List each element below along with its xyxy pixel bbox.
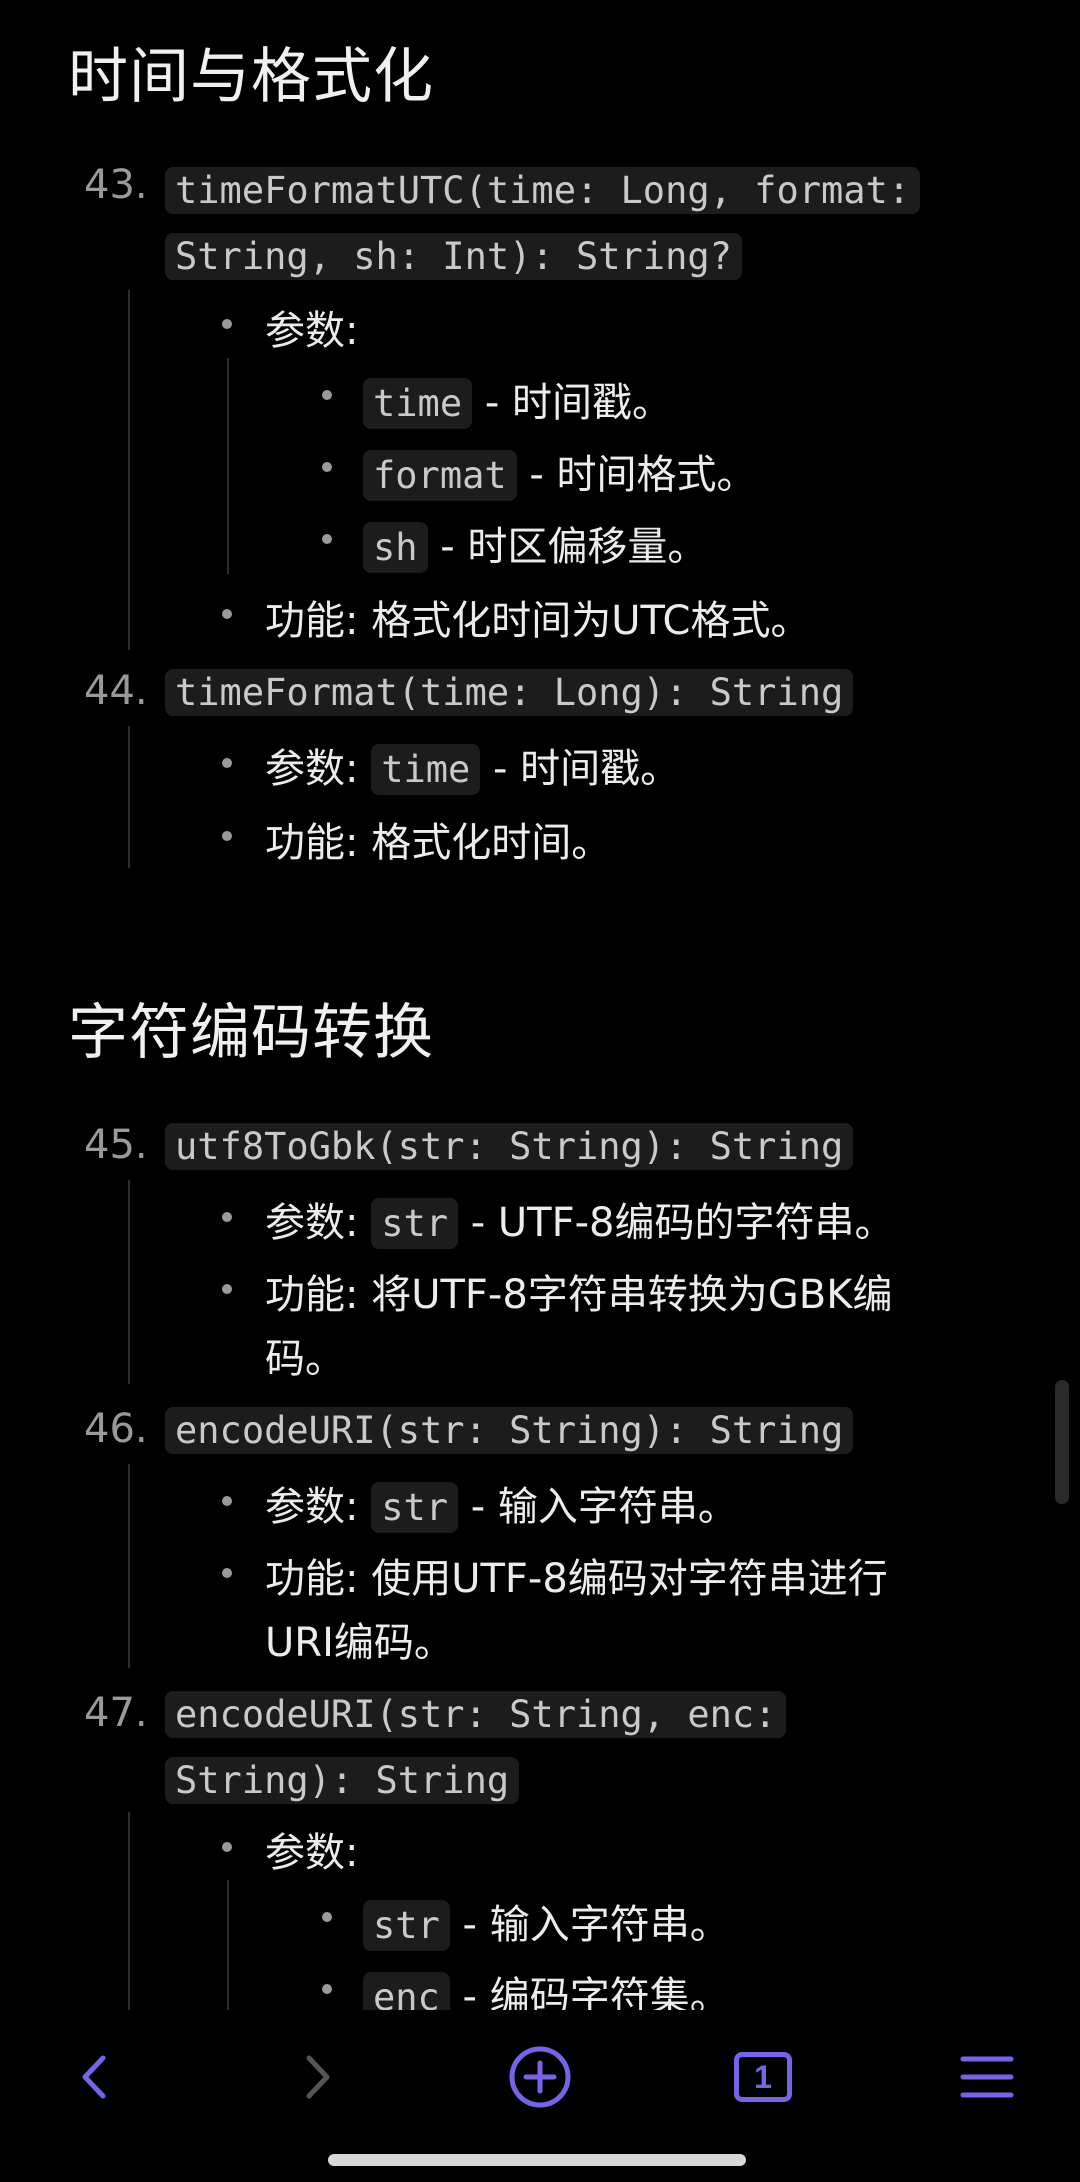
plus-circle-icon xyxy=(509,2046,571,2108)
param-desc: - 时区偏移量。 xyxy=(440,524,708,570)
forward-button[interactable] xyxy=(282,2042,352,2112)
params-label: 参数: xyxy=(265,1484,359,1530)
list-guide-line xyxy=(128,1812,130,2010)
list-number-46: 46. xyxy=(84,1406,148,1452)
signature-45: utf8ToGbk(str: String): String xyxy=(165,1114,854,1180)
code-span: String, sh: Int): String? xyxy=(165,233,742,280)
section-heading-encoding: 字符编码转换 xyxy=(68,998,434,1068)
bullet xyxy=(222,1568,232,1578)
param-desc: - 输入字符串。 xyxy=(470,1484,738,1530)
bullet xyxy=(322,390,332,400)
menu-button[interactable] xyxy=(952,2042,1022,2112)
list-number-45: 45. xyxy=(84,1122,148,1168)
param-item-sh: sh - 时区偏移量。 xyxy=(363,514,708,573)
bullet xyxy=(222,1842,232,1852)
param-item-time: time - 时间戳。 xyxy=(363,370,672,429)
function-desc-43: 功能: 格式化时间为UTC格式。 xyxy=(265,598,811,644)
signature-46: encodeURI(str: String): String xyxy=(165,1398,854,1464)
bullet xyxy=(222,758,232,768)
params-label: 参数: xyxy=(265,308,359,354)
params-label: 参数: xyxy=(265,1830,359,1876)
code-span: str xyxy=(371,1482,459,1533)
signature-43-line1: timeFormatUTC(time: Long, format: xyxy=(165,158,921,224)
document-content: 时间与格式化 43. timeFormatUTC(time: Long, for… xyxy=(0,0,1080,2010)
list-guide-line xyxy=(128,1464,130,1668)
bullet xyxy=(222,831,232,841)
bullet xyxy=(322,1984,332,1994)
function-desc-46-line2: URI编码。 xyxy=(265,1620,454,1666)
home-indicator[interactable] xyxy=(328,2154,746,2166)
code-span: time xyxy=(363,378,473,429)
list-guide-line xyxy=(128,290,130,650)
param-item-enc: enc - 编码字符集。 xyxy=(363,1964,730,2010)
code-span: encodeURI(str: String): String xyxy=(165,1407,854,1454)
list-number-44: 44. xyxy=(84,668,148,714)
code-span: format xyxy=(363,450,517,501)
list-number-47: 47. xyxy=(84,1690,148,1736)
bullet xyxy=(222,1212,232,1222)
scrollbar-thumb[interactable] xyxy=(1055,1380,1069,1504)
code-span: timeFormat(time: Long): String xyxy=(165,669,854,716)
signature-47-line1: encodeURI(str: String, enc: xyxy=(165,1682,787,1748)
function-desc-46-line1: 功能: 使用UTF-8编码对字符串进行 xyxy=(265,1556,888,1602)
code-span: utf8ToGbk(str: String): String xyxy=(165,1123,854,1170)
tab-count: 1 xyxy=(754,2058,772,2095)
code-span: encodeURI(str: String, enc: xyxy=(165,1691,787,1738)
params-45: 参数: str - UTF-8编码的字符串。 xyxy=(265,1190,895,1249)
tab-count-badge: 1 xyxy=(734,2052,792,2102)
params-label: 参数: xyxy=(265,746,359,792)
code-span: timeFormatUTC(time: Long, format: xyxy=(165,167,921,214)
list-number-43: 43. xyxy=(84,162,148,208)
bullet xyxy=(322,534,332,544)
function-desc-45-line1: 功能: 将UTF-8字符串转换为GBK编 xyxy=(265,1272,893,1318)
params-44: 参数: time - 时间戳。 xyxy=(265,736,681,795)
function-desc-45-line2: 码。 xyxy=(265,1336,345,1382)
hamburger-menu-icon xyxy=(960,2056,1014,2098)
bullet xyxy=(322,462,332,472)
back-button[interactable] xyxy=(60,2042,130,2112)
tabs-button[interactable]: 1 xyxy=(728,2042,798,2112)
code-span: str xyxy=(371,1198,459,1249)
param-desc: - 编码字符集。 xyxy=(462,1974,730,2010)
bullet xyxy=(322,1912,332,1922)
bullet xyxy=(222,1284,232,1294)
param-item-format: format - 时间格式。 xyxy=(363,442,757,501)
new-tab-button[interactable] xyxy=(505,2042,575,2112)
bullet xyxy=(222,319,232,329)
list-guide-line xyxy=(227,1880,229,2010)
param-desc: - 时间戳。 xyxy=(493,746,681,792)
list-guide-line xyxy=(128,726,130,868)
signature-47-line2: String): String xyxy=(165,1748,520,1814)
code-span: time xyxy=(371,744,481,795)
bullet xyxy=(222,609,232,619)
section-heading-time: 时间与格式化 xyxy=(68,42,434,112)
bullet xyxy=(222,1496,232,1506)
param-desc: - 时间格式。 xyxy=(529,452,757,498)
chevron-right-icon xyxy=(306,2055,330,2099)
signature-44: timeFormat(time: Long): String xyxy=(165,660,854,726)
function-desc-44: 功能: 格式化时间。 xyxy=(265,820,612,866)
chevron-left-icon xyxy=(82,2055,106,2099)
code-span: String): String xyxy=(165,1757,520,1804)
code-span: sh xyxy=(363,522,428,573)
param-desc: - UTF-8编码的字符串。 xyxy=(470,1200,895,1246)
param-item-str: str - 输入字符串。 xyxy=(363,1892,730,1951)
signature-43-line2: String, sh: Int): String? xyxy=(165,224,742,290)
param-desc: - 时间戳。 xyxy=(484,380,672,426)
params-46: 参数: str - 输入字符串。 xyxy=(265,1474,738,1533)
code-span: str xyxy=(363,1900,450,1951)
params-label: 参数: xyxy=(265,1200,359,1246)
code-span: enc xyxy=(363,1972,450,2010)
param-desc: - 输入字符串。 xyxy=(462,1902,730,1948)
list-guide-line xyxy=(128,1180,130,1384)
list-guide-line xyxy=(227,358,229,574)
